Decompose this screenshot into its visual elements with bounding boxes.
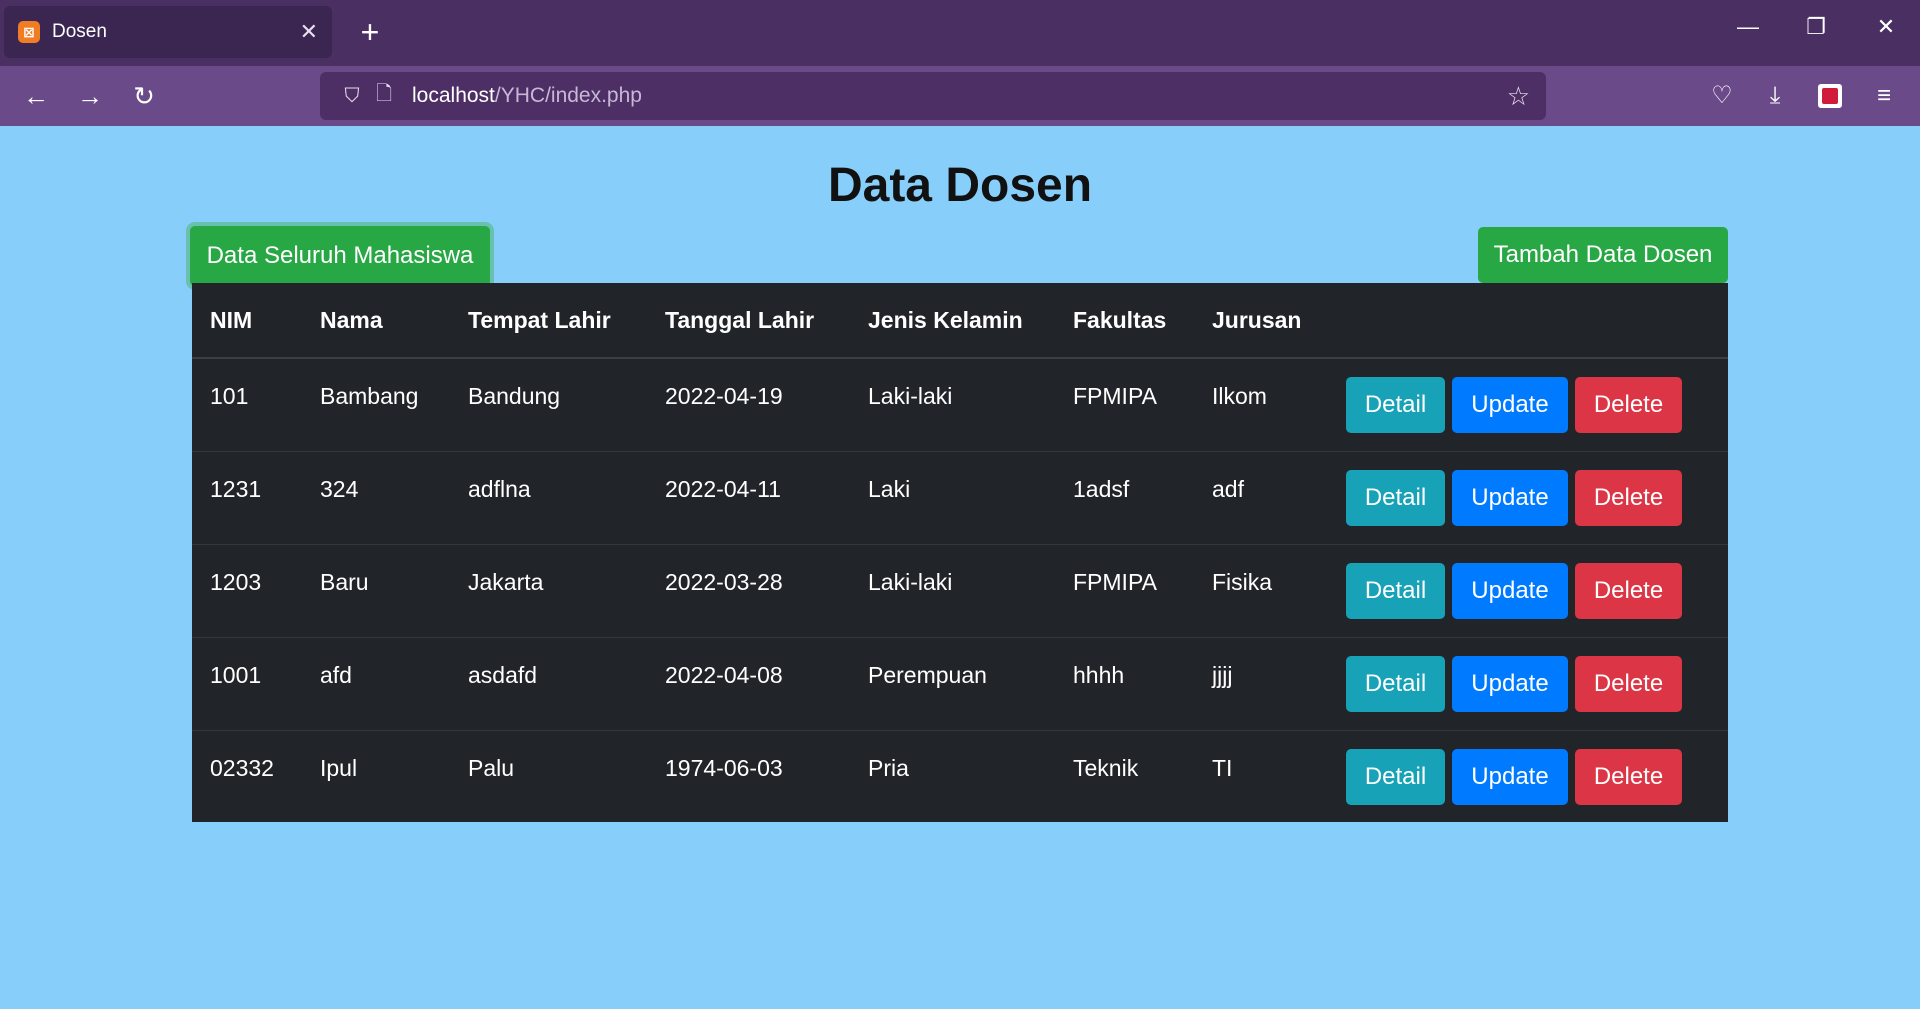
delete-button[interactable]: Delete xyxy=(1575,469,1682,526)
cell-tempat-lahir: Bandung xyxy=(450,358,647,452)
cell-jenis-kelamin: Laki-laki xyxy=(850,544,1055,638)
table-row: 1231 324 adflna 2022-04-11 Laki 1adsf ad… xyxy=(192,451,1728,545)
update-button[interactable]: Update xyxy=(1452,655,1568,712)
cell-tanggal-lahir: 2022-04-11 xyxy=(647,451,850,545)
url-host: localhost xyxy=(412,84,495,107)
cell-tanggal-lahir: 2022-04-08 xyxy=(647,637,850,731)
cell-jurusan: TI xyxy=(1212,755,1233,782)
detail-button[interactable]: Detail xyxy=(1346,376,1445,433)
xampp-favicon-icon: ⊠ xyxy=(18,21,40,43)
url-bar[interactable]: ⛉ 🗋 localhost/YHC/index.php ☆ xyxy=(320,72,1546,120)
browser-tab-bar: ⊠ Dosen ✕ + — ❐ ✕ xyxy=(0,0,1920,66)
header-tempat-lahir: Tempat Lahir xyxy=(450,283,647,359)
cell-fakultas: 1adsf xyxy=(1055,451,1194,545)
cell-nim: 1231 xyxy=(192,451,302,545)
delete-button[interactable]: Delete xyxy=(1575,655,1682,712)
cell-nim: 1001 xyxy=(192,637,302,731)
delete-button[interactable]: Delete xyxy=(1575,376,1682,433)
cell-fakultas: hhhh xyxy=(1055,637,1194,731)
page-title: Data Dosen xyxy=(827,159,1093,212)
forward-arrow-icon[interactable]: → xyxy=(70,78,110,114)
cell-nama: 324 xyxy=(302,451,450,545)
cell-tempat-lahir: Palu xyxy=(468,755,515,782)
cell-nim: 1203 xyxy=(192,544,302,638)
table-row: 1001 afd asdafd 2022-04-08 Perempuan hhh… xyxy=(192,637,1728,731)
cell-tanggal-lahir: 1974-06-03 xyxy=(665,755,783,782)
pocket-icon[interactable]: ♡ xyxy=(1702,78,1742,114)
header-nama: Nama xyxy=(302,283,450,359)
header-nim: NIM xyxy=(192,283,302,359)
download-icon[interactable]: ⤓ xyxy=(1755,78,1795,114)
cell-jenis-kelamin: Laki-laki xyxy=(850,358,1055,452)
cell-tanggal-lahir: 2022-03-28 xyxy=(647,544,850,638)
cell-actions: Detail Update Delete xyxy=(1328,730,1728,823)
update-button[interactable]: Update xyxy=(1452,469,1568,526)
cell-nama: Baru xyxy=(302,544,450,638)
page-icon[interactable]: 🗋 xyxy=(368,79,400,113)
detail-button[interactable]: Detail xyxy=(1346,748,1445,805)
header-jurusan: Jurusan xyxy=(1194,283,1328,359)
cell-fakultas: FPMIPA xyxy=(1055,544,1194,638)
detail-button[interactable]: Detail xyxy=(1346,562,1445,619)
delete-button[interactable]: Delete xyxy=(1575,748,1682,805)
extension-icon[interactable] xyxy=(1818,84,1842,108)
cell-fakultas: FPMIPA xyxy=(1055,358,1194,452)
header-tanggal-lahir: Tanggal Lahir xyxy=(647,283,850,359)
cell-fakultas: Teknik xyxy=(1073,755,1139,782)
new-tab-button[interactable]: + xyxy=(352,14,388,50)
update-button[interactable]: Update xyxy=(1452,748,1568,805)
cell-tanggal-lahir: 2022-04-19 xyxy=(647,358,850,452)
cell-tempat-lahir: Jakarta xyxy=(450,544,647,638)
detail-button[interactable]: Detail xyxy=(1346,655,1445,712)
back-arrow-icon[interactable]: ← xyxy=(16,78,56,114)
cell-tempat-lahir: asdafd xyxy=(450,637,647,731)
cell-actions: Detail Update Delete xyxy=(1328,637,1728,731)
update-button[interactable]: Update xyxy=(1452,562,1568,619)
data-mahasiswa-button[interactable]: Data Seluruh Mahasiswa xyxy=(190,226,490,286)
detail-button[interactable]: Detail xyxy=(1346,469,1445,526)
table-header-row: NIM Nama Tempat Lahir Tanggal Lahir Jeni… xyxy=(192,283,1728,359)
shield-icon[interactable]: ⛉ xyxy=(336,85,368,108)
cell-actions: Detail Update Delete xyxy=(1328,358,1728,452)
header-actions xyxy=(1328,283,1728,359)
cell-nama: Ipul xyxy=(320,755,358,782)
cell-jurusan: adf xyxy=(1194,451,1328,545)
minimize-icon[interactable]: — xyxy=(1728,14,1768,40)
table-row: 101 Bambang Bandung 2022-04-19 Laki-laki… xyxy=(192,358,1728,452)
cell-jurusan: Ilkom xyxy=(1194,358,1328,452)
dosen-table-container: NIM Nama Tempat Lahir Tanggal Lahir Jeni… xyxy=(192,283,1728,822)
cell-actions: Detail Update Delete xyxy=(1328,451,1728,545)
tab-title: Dosen xyxy=(52,21,107,42)
header-jenis-kelamin: Jenis Kelamin xyxy=(850,283,1055,359)
menu-icon[interactable]: ≡ xyxy=(1864,78,1904,114)
table-row: 1203 Baru Jakarta 2022-03-28 Laki-laki F… xyxy=(192,544,1728,638)
cell-tempat-lahir: adflna xyxy=(450,451,647,545)
cell-jenis-kelamin: Perempuan xyxy=(850,637,1055,731)
cell-actions: Detail Update Delete xyxy=(1328,544,1728,638)
dosen-table: NIM Nama Tempat Lahir Tanggal Lahir Jeni… xyxy=(192,283,1728,823)
url-path: /YHC/index.php xyxy=(494,84,642,107)
cell-jenis-kelamin: Pria xyxy=(868,755,909,782)
cell-jurusan: Fisika xyxy=(1194,544,1328,638)
update-button[interactable]: Update xyxy=(1452,376,1568,433)
cell-jurusan: jjjj xyxy=(1194,637,1328,731)
tambah-dosen-button[interactable]: Tambah Data Dosen xyxy=(1478,227,1728,283)
browser-tab[interactable]: ⊠ Dosen ✕ xyxy=(4,6,332,58)
close-tab-icon[interactable]: ✕ xyxy=(300,19,318,45)
reload-icon[interactable]: ↻ xyxy=(124,78,164,114)
cell-nama: afd xyxy=(302,637,450,731)
cell-nama: Bambang xyxy=(302,358,450,452)
browser-nav-bar: ← → ↻ ⛉ 🗋 localhost/YHC/index.php ☆ ♡ ⤓ … xyxy=(0,66,1920,126)
cell-jenis-kelamin: Laki xyxy=(850,451,1055,545)
cell-nim: 02332 xyxy=(210,755,274,782)
bookmark-star-icon[interactable]: ☆ xyxy=(1507,81,1530,112)
close-window-icon[interactable]: ✕ xyxy=(1866,14,1906,40)
cell-nim: 101 xyxy=(192,358,302,452)
header-fakultas: Fakultas xyxy=(1055,283,1194,359)
restore-icon[interactable]: ❐ xyxy=(1796,14,1836,40)
delete-button[interactable]: Delete xyxy=(1575,562,1682,619)
table-row: 02332 Ipul Palu 1974-06-03 Pria Teknik T… xyxy=(192,730,1728,823)
